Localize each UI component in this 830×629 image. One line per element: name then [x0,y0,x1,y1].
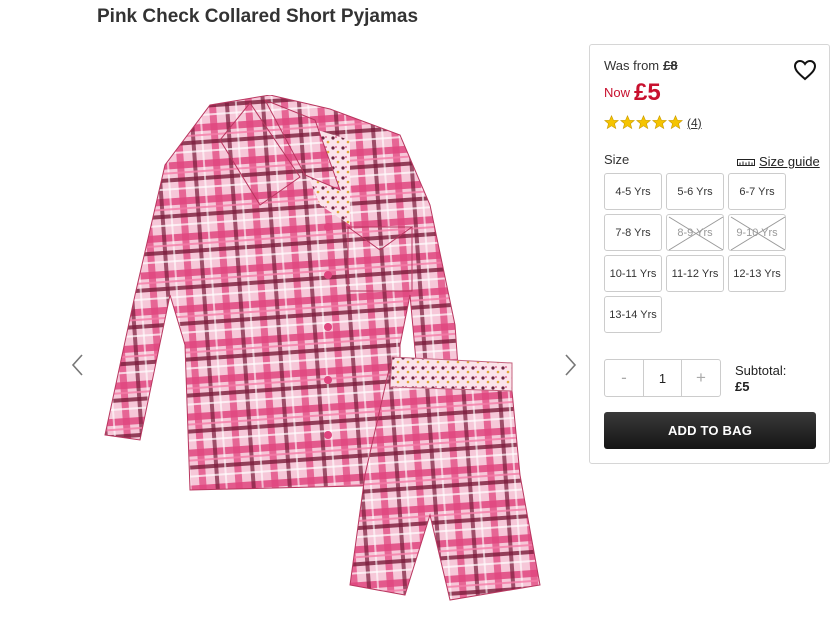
add-to-bag-button[interactable]: ADD TO BAG [604,412,816,449]
chevron-right-icon[interactable] [560,352,580,378]
size-guide-link[interactable]: Size guide [737,154,820,169]
product-image [104,95,541,601]
size-option-label: 9-10 Yrs [736,226,778,239]
star-rating [604,115,683,130]
rating: (4) [604,115,702,130]
size-option-label: 12-13 Yrs [733,267,781,280]
now-price: £5 [634,79,661,106]
star-icon [652,115,667,130]
size-option[interactable]: 5-6 Yrs [666,173,724,210]
reviews-link[interactable]: (4) [687,116,702,130]
increase-quantity-button[interactable]: + [682,360,720,396]
now-label: Now [604,85,631,100]
size-option[interactable]: 10-11 Yrs [604,255,662,292]
size-option[interactable]: 4-5 Yrs [604,173,662,210]
size-option-label: 5-6 Yrs [677,185,713,198]
size-option-label: 4-5 Yrs [615,185,651,198]
was-label: Was from [604,58,660,73]
star-icon [620,115,635,130]
star-icon [604,115,619,130]
size-option[interactable]: 12-13 Yrs [728,255,786,292]
size-option-label: 10-11 Yrs [609,267,657,280]
decrease-quantity-button[interactable]: - [605,360,643,396]
chevron-left-icon[interactable] [68,352,88,378]
purchase-panel: Was from £8 Now £5 (4) Size Size guide 4-5… [589,44,830,464]
size-label: Size [604,152,630,167]
was-price: £8 [663,58,678,73]
subtotal-label: Subtotal: [735,363,787,378]
size-option[interactable]: 7-8 Yrs [604,214,662,251]
ruler-icon [737,158,755,166]
size-option[interactable]: 9-10 Yrs [728,214,786,251]
size-option[interactable]: 11-12 Yrs [666,255,724,292]
product-gallery [60,40,590,629]
size-option[interactable]: 8-9 Yrs [666,214,724,251]
star-icon [668,115,683,130]
size-option[interactable]: 13-14 Yrs [604,296,662,333]
size-option-label: 11-12 Yrs [671,267,719,280]
now-price-line: Now £5 [604,79,661,107]
size-options: 4-5 Yrs 5-6 Yrs 6-7 Yrs 7-8 Yrs 8-9 Yrs 9-10 … [604,173,794,333]
size-option-label: 6-7 Yrs [739,185,775,198]
was-price-line: Was from £8 [604,58,678,73]
subtotal: Subtotal: £5 [735,363,786,395]
subtotal-value: £5 [735,379,750,394]
size-option-label: 7-8 Yrs [615,226,651,239]
star-icon [636,115,651,130]
size-option-label: 8-9 Yrs [677,226,713,239]
size-option-label: 13-14 Yrs [609,308,657,321]
size-guide-label: Size guide [759,154,820,169]
size-option[interactable]: 6-7 Yrs [728,173,786,210]
product-title: Pink Check Collared Short Pyjamas [97,6,419,27]
quantity-input[interactable]: 1 [643,360,682,396]
quantity-stepper: - 1 + [604,359,721,397]
heart-icon[interactable] [793,59,817,81]
